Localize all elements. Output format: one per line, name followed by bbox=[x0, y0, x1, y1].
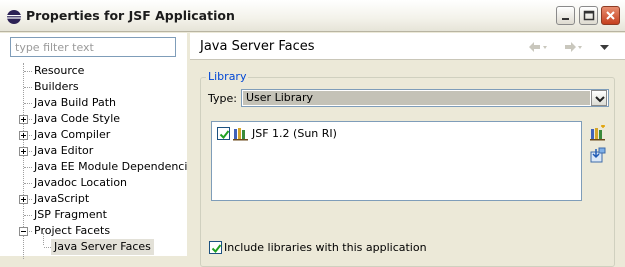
title-bar: Properties for JSF Application bbox=[0, 0, 625, 32]
forward-button[interactable] bbox=[562, 40, 584, 54]
expand-icon[interactable] bbox=[19, 115, 28, 124]
tree-line bbox=[43, 233, 44, 245]
tree-item-label: Java Build Path bbox=[34, 96, 117, 109]
tree-item-java-ee-module-dependencies[interactable]: Java EE Module Dependencies bbox=[0, 159, 187, 175]
tree-item-label: Project Facets bbox=[34, 224, 111, 237]
close-icon bbox=[606, 11, 615, 20]
library-add-icon bbox=[590, 124, 605, 141]
forward-arrow-icon bbox=[565, 42, 582, 52]
minimize-button[interactable] bbox=[556, 6, 575, 25]
tree-item-label: Java Server Faces bbox=[51, 239, 154, 255]
maximize-button[interactable] bbox=[579, 6, 598, 25]
include-libraries-label: Include libraries with this application bbox=[224, 241, 427, 254]
maximize-icon bbox=[583, 10, 595, 21]
add-library-button[interactable] bbox=[590, 124, 606, 141]
view-menu-button[interactable] bbox=[598, 40, 612, 54]
type-select-value: User Library bbox=[243, 91, 590, 105]
page-title: Java Server Faces bbox=[200, 39, 315, 54]
expand-icon[interactable] bbox=[19, 147, 28, 156]
left-pane: Resource Builders Java Build Path Java C… bbox=[0, 33, 187, 259]
collapse-icon[interactable] bbox=[19, 227, 28, 236]
download-icon bbox=[590, 147, 606, 163]
tree-item-label: Java Compiler bbox=[34, 128, 111, 141]
back-button[interactable] bbox=[527, 40, 549, 54]
filter-input[interactable] bbox=[10, 37, 176, 57]
library-item-label: JSF 1.2 (Sun RI) bbox=[252, 127, 337, 140]
tree-item-label: Java EE Module Dependencies bbox=[34, 160, 187, 173]
dropdown-button[interactable] bbox=[591, 90, 607, 106]
include-libraries-checkbox[interactable] bbox=[209, 241, 222, 254]
library-icon bbox=[233, 127, 251, 144]
tree-item-label: Java Editor bbox=[34, 144, 94, 157]
tree-item-label: Javadoc Location bbox=[34, 176, 128, 189]
type-select[interactable]: User Library bbox=[241, 89, 609, 107]
window-title: Properties for JSF Application bbox=[26, 8, 235, 23]
tree-item-label: Builders bbox=[34, 80, 79, 93]
library-group-title: Library bbox=[206, 70, 249, 83]
checkmark-icon bbox=[219, 130, 230, 140]
tree-item-label: JSP Fragment bbox=[34, 208, 107, 221]
chevron-down-icon bbox=[600, 45, 609, 50]
tree-item-label: Resource bbox=[34, 64, 85, 77]
library-list: JSF 1.2 (Sun RI) bbox=[211, 121, 582, 201]
tree-item-label: JavaScript bbox=[34, 192, 90, 205]
library-checkbox[interactable] bbox=[217, 127, 230, 140]
eclipse-icon bbox=[6, 9, 22, 25]
minimize-icon bbox=[562, 18, 569, 20]
checkmark-icon bbox=[211, 244, 222, 254]
expand-icon[interactable] bbox=[19, 131, 28, 140]
expand-icon[interactable] bbox=[19, 195, 28, 204]
tree-item-label: Java Code Style bbox=[34, 112, 121, 125]
back-arrow-icon bbox=[529, 42, 547, 52]
close-button[interactable] bbox=[601, 6, 620, 25]
right-pane: Java Server Faces Library Type: User Lib… bbox=[190, 33, 625, 267]
download-library-button[interactable] bbox=[590, 147, 606, 163]
page-content: Library Type: User Library JSF 1.2 (Sun … bbox=[190, 61, 625, 267]
type-label: Type: bbox=[208, 92, 237, 105]
chevron-down-icon bbox=[595, 96, 605, 103]
page-header: Java Server Faces bbox=[190, 33, 625, 60]
